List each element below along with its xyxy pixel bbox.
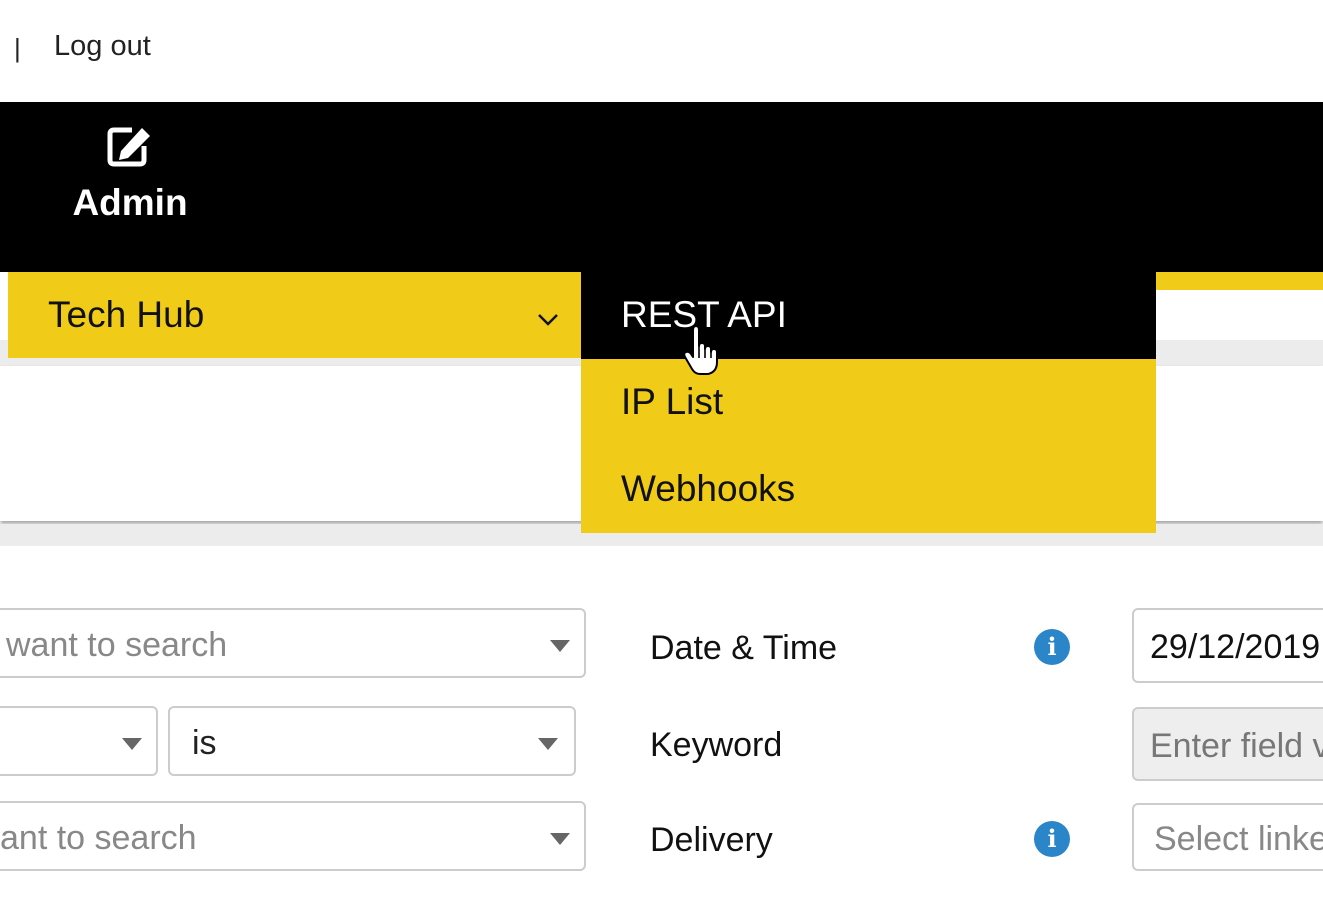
caret-down-icon — [538, 738, 558, 750]
search-field-placeholder: want to search — [6, 626, 228, 664]
info-icon[interactable]: i — [1034, 821, 1070, 857]
search-field-select[interactable]: want to search — [0, 608, 586, 678]
edit-icon — [56, 124, 204, 168]
operator-value: is — [192, 724, 217, 762]
subnav-input-area — [1156, 290, 1323, 340]
nav-item-admin-label: Admin — [72, 182, 188, 223]
topbar-separator: | — [14, 33, 21, 63]
subnav-accent-strip — [1156, 272, 1323, 290]
tech-hub-dropdown-menu: REST API IP List Webhooks — [581, 272, 1156, 533]
nav-item-admin[interactable]: Admin — [56, 124, 204, 224]
hand-pointer-cursor-icon — [683, 325, 718, 381]
keyword-label: Keyword — [650, 726, 783, 764]
chevron-down-icon — [536, 312, 560, 333]
delivery-label: Delivery — [650, 821, 773, 859]
tab-tech-hub[interactable]: Tech Hub — [8, 272, 581, 358]
logout-link[interactable]: Log out — [54, 30, 151, 63]
field-type-select[interactable] — [0, 706, 158, 776]
menu-item-ip-list[interactable]: IP List — [581, 359, 1156, 446]
info-icon[interactable]: i — [1034, 629, 1070, 665]
delivery-select[interactable]: Select linke — [1132, 803, 1323, 871]
value-field-select[interactable]: ant to search — [0, 801, 586, 871]
tab-tech-hub-label: Tech Hub — [48, 294, 205, 335]
menu-item-label: IP List — [621, 381, 724, 422]
operator-select[interactable]: is — [168, 706, 576, 776]
menu-item-webhooks[interactable]: Webhooks — [581, 446, 1156, 533]
caret-down-icon — [550, 640, 570, 652]
menu-item-label: Webhooks — [621, 468, 796, 509]
menu-item-rest-api[interactable]: REST API — [581, 272, 1156, 359]
caret-down-icon — [122, 738, 142, 750]
caret-down-icon — [550, 833, 570, 845]
value-field-placeholder: ant to search — [0, 819, 197, 857]
date-time-label: Date & Time — [650, 629, 838, 667]
keyword-placeholder: Enter field v — [1150, 727, 1323, 765]
delivery-placeholder: Select linke — [1154, 820, 1323, 858]
date-time-value: 29/12/2019 — [1150, 628, 1321, 666]
keyword-input[interactable]: Enter field v — [1132, 707, 1323, 781]
date-time-input[interactable]: 29/12/2019 — [1132, 608, 1323, 683]
